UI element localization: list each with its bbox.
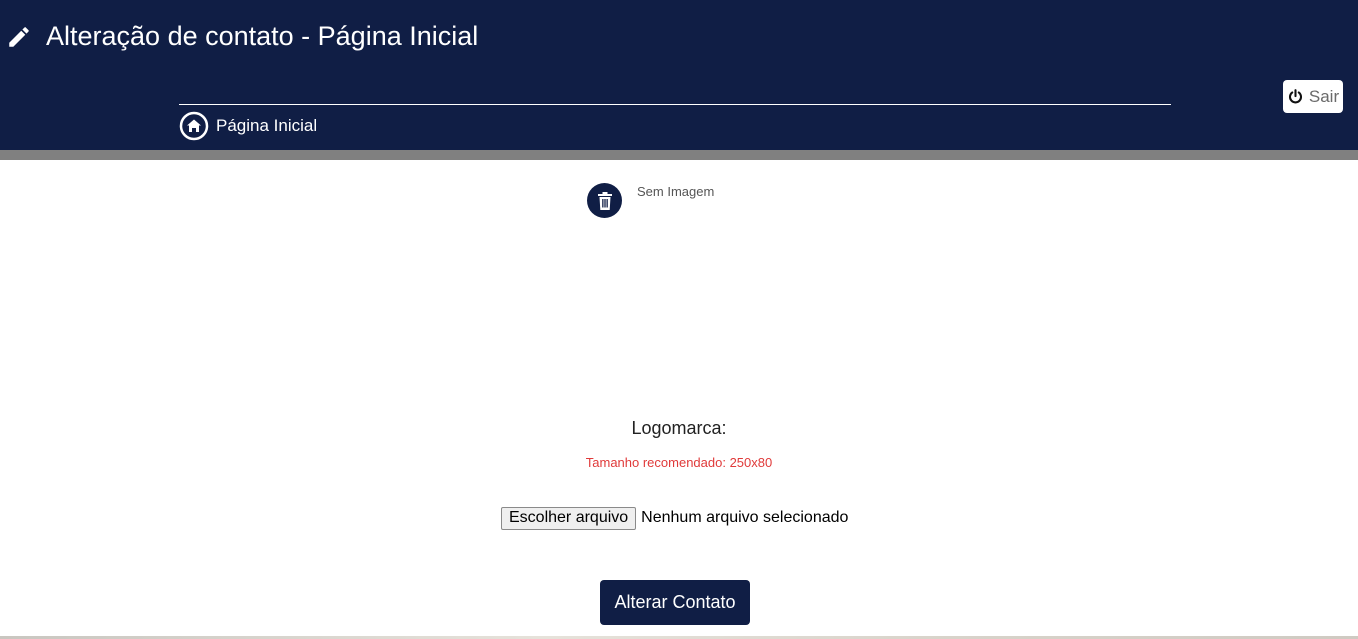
- trash-icon: [597, 191, 612, 210]
- power-icon: [1288, 89, 1302, 104]
- page-title: Alteração de contato - Página Inicial: [46, 21, 479, 51]
- header-separator: [0, 150, 1358, 160]
- breadcrumb-label: Página Inicial: [216, 116, 318, 135]
- no-image-placeholder: Sem Imagem: [637, 184, 715, 199]
- home-icon: [179, 111, 209, 141]
- choose-file-button[interactable]: Escolher arquivo: [501, 506, 637, 530]
- delete-image-button[interactable]: [587, 183, 622, 218]
- header-bar: Alteração de contato - Página Inicial Pá…: [0, 0, 1358, 150]
- header-divider: [179, 104, 1171, 105]
- file-status-text: Nenhum arquivo selecionado: [641, 509, 849, 526]
- file-input[interactable]: Escolher arquivo Nenhum arquivo selecion…: [501, 506, 848, 530]
- submit-button[interactable]: Alterar Contato: [600, 580, 750, 625]
- breadcrumb-home[interactable]: Página Inicial: [179, 110, 317, 142]
- recommended-size-hint: Tamanho recomendado: 250x80: [585, 455, 773, 470]
- pencil-icon: [9, 27, 29, 47]
- logout-button[interactable]: Sair: [1283, 80, 1343, 113]
- logout-label: Sair: [1308, 86, 1340, 106]
- logo-label: Logomarca:: [631, 418, 727, 438]
